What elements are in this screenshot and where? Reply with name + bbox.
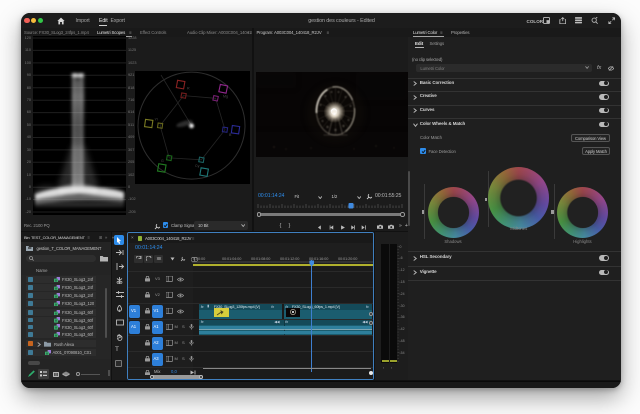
svg-text:G: G <box>161 159 164 163</box>
svg-text:R: R <box>187 87 190 91</box>
svg-text:B: B <box>229 133 232 137</box>
svg-text:Mg: Mg <box>223 95 228 99</box>
svg-text:Cy: Cy <box>195 164 200 168</box>
svg-text:Yl: Yl <box>155 118 158 122</box>
